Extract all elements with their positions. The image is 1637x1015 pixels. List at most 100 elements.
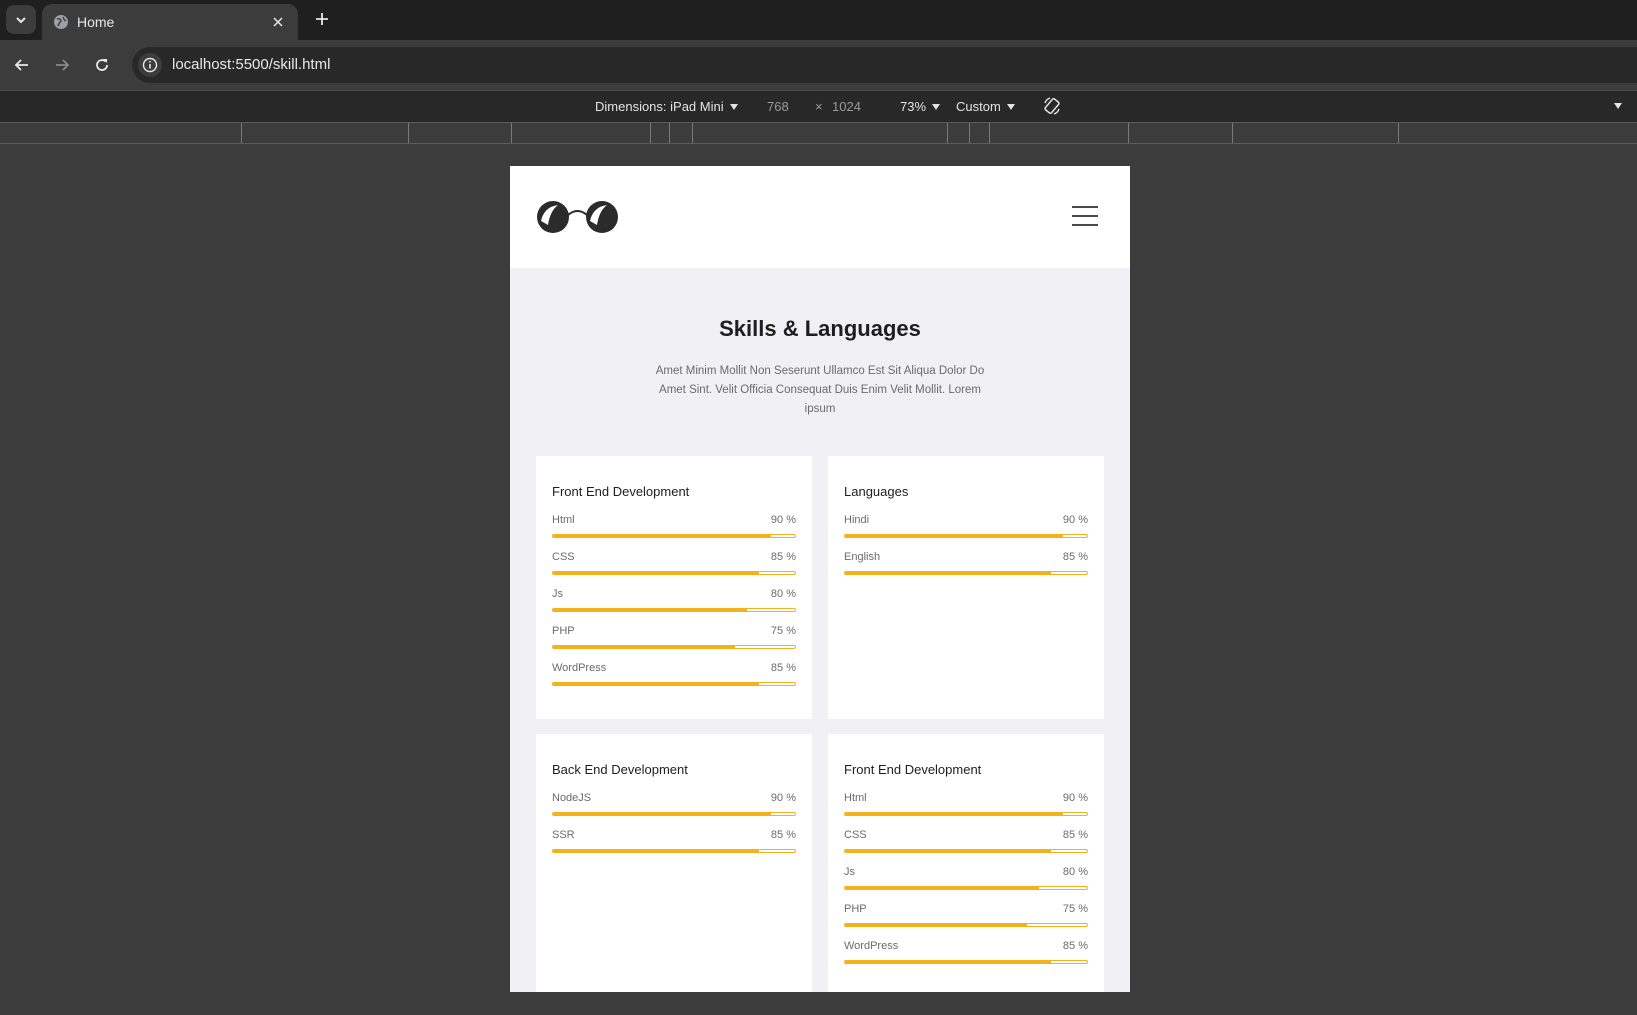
skill-percent: 80 % (770, 588, 796, 600)
reload-button[interactable] (90, 53, 114, 77)
skill-name: CSS (552, 551, 575, 563)
menu-button[interactable] (1072, 206, 1098, 226)
section-description: Amet Minim Mollit Non Seserunt Ullamco E… (655, 365, 985, 415)
progress-bar (552, 812, 796, 816)
progress-bar-fill (553, 609, 747, 611)
skill-name: Js (844, 866, 855, 878)
ruler-tick[interactable] (241, 123, 242, 143)
ruler-tick[interactable] (1398, 123, 1399, 143)
progress-bar-fill (553, 572, 759, 574)
progress-bar-fill (553, 646, 735, 648)
card-title: Front End Development (844, 762, 982, 777)
skill-name: PHP (552, 625, 575, 637)
ruler-tick[interactable] (1128, 123, 1129, 143)
skill-item: PHP 75 % (552, 625, 796, 662)
times-symbol: × (815, 99, 823, 114)
site-info-button[interactable] (138, 53, 162, 77)
skill-percent: 85 % (770, 662, 796, 674)
tab-strip: Home (0, 0, 1637, 40)
glasses-logo-icon[interactable] (536, 199, 620, 235)
throttle-select[interactable]: Custom (956, 99, 1015, 114)
device-height-value: 1024 (832, 99, 861, 114)
skill-name: Js (552, 588, 563, 600)
skill-labels: CSS 85 % (552, 551, 796, 567)
progress-bar-fill (845, 813, 1063, 815)
skill-labels: PHP 75 % (552, 625, 796, 641)
progress-bar-fill (845, 924, 1027, 926)
close-tab-button[interactable] (268, 12, 288, 32)
device-viewport: Skills & Languages Amet Minim Mollit Non… (510, 166, 1130, 992)
new-tab-button[interactable] (310, 7, 334, 31)
skill-percent: 75 % (1062, 903, 1088, 915)
card-title: Front End Development (552, 484, 690, 499)
skill-card: Languages Hindi 90 % English 85 % (828, 456, 1104, 719)
skill-labels: WordPress 85 % (552, 662, 796, 678)
close-icon (273, 17, 283, 27)
skill-name: SSR (552, 829, 575, 841)
skill-item: SSR 85 % (552, 829, 796, 866)
rotate-icon (1044, 97, 1060, 115)
progress-bar-fill (845, 887, 1039, 889)
skill-percent: 85 % (1062, 940, 1088, 952)
ruler-tick[interactable] (511, 123, 512, 143)
address-bar[interactable]: localhost:5500/skill.html (132, 47, 1637, 83)
ruler-tick[interactable] (692, 123, 693, 143)
skill-labels: CSS 85 % (844, 829, 1088, 845)
card-title: Back End Development (552, 762, 688, 777)
skill-item: WordPress 85 % (844, 940, 1088, 977)
device-dimensions-select[interactable]: Dimensions: iPad Mini (595, 99, 738, 114)
plus-icon (316, 13, 328, 25)
skill-percent: 90 % (1062, 792, 1088, 804)
progress-bar (552, 534, 796, 538)
progress-bar (552, 849, 796, 853)
ruler-tick[interactable] (969, 123, 970, 143)
info-icon (142, 57, 158, 73)
skill-percent: 75 % (770, 625, 796, 637)
skill-labels: Hindi 90 % (844, 514, 1088, 530)
device-width-input[interactable]: 768 (767, 99, 789, 114)
skill-labels: SSR 85 % (552, 829, 796, 845)
menu-line (1072, 224, 1098, 226)
skill-name: Html (844, 792, 867, 804)
skill-name: NodeJS (552, 792, 592, 804)
progress-bar-fill (845, 850, 1051, 852)
skill-name: Html (552, 514, 575, 526)
progress-bar (552, 571, 796, 575)
skill-item: CSS 85 % (552, 551, 796, 588)
ruler-tick[interactable] (669, 123, 670, 143)
skill-name: PHP (844, 903, 867, 915)
ruler-tick[interactable] (1232, 123, 1233, 143)
globe-icon (54, 15, 68, 29)
ruler-tick[interactable] (947, 123, 948, 143)
back-button[interactable] (10, 53, 34, 77)
forward-button[interactable] (50, 53, 74, 77)
more-options-button[interactable] (1614, 103, 1622, 109)
media-query-bar (0, 122, 1637, 144)
caret-down-icon (932, 103, 941, 110)
rotate-button[interactable] (1042, 96, 1062, 116)
dimension-separator: × (815, 99, 823, 114)
progress-bar (552, 645, 796, 649)
section-title: Skills & Languages (719, 316, 921, 341)
skill-item: CSS 85 % (844, 829, 1088, 866)
skill-labels: Html 90 % (552, 514, 796, 530)
zoom-select[interactable]: 73% (900, 99, 941, 114)
progress-bar (844, 923, 1088, 927)
browser-toolbar: localhost:5500/skill.html (0, 40, 1637, 90)
ruler-tick[interactable] (650, 123, 651, 143)
chevron-down-icon (16, 16, 26, 23)
ruler-tick[interactable] (989, 123, 990, 143)
tab-home[interactable]: Home (42, 4, 298, 40)
device-height-input[interactable]: 1024 (832, 99, 861, 114)
tab-search-button[interactable] (6, 5, 36, 34)
throttle-value: Custom (956, 99, 1001, 114)
device-toolbar: Dimensions: iPad Mini 768 × 1024 73% Cus… (0, 90, 1637, 122)
skill-percent: 90 % (770, 514, 796, 526)
ruler-tick[interactable] (408, 123, 409, 143)
skill-item: NodeJS 90 % (552, 792, 796, 829)
skill-card: Front End Development Html 90 % CSS 85 % Js 80… (536, 456, 812, 719)
caret-down-icon (1614, 103, 1622, 109)
url-text: localhost:5500/skill.html (172, 56, 331, 73)
zoom-value: 73% (900, 99, 927, 114)
caret-down-icon (1006, 103, 1015, 110)
